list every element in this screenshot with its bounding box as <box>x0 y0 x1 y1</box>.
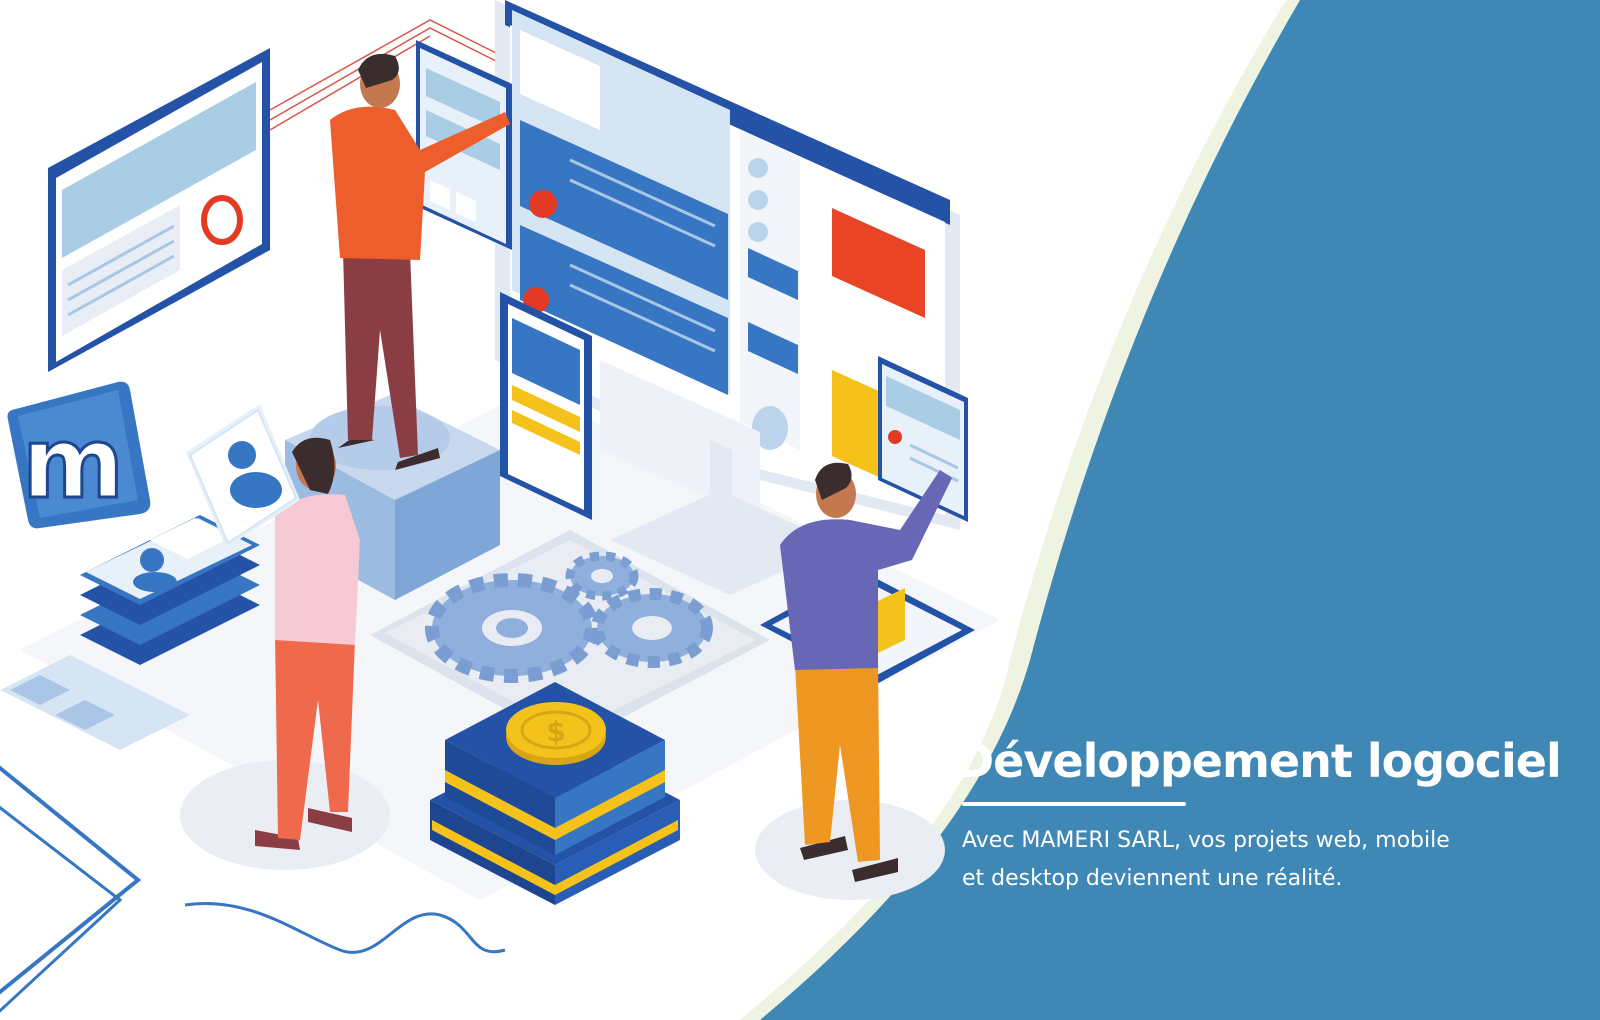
floor-shadow-man <box>755 800 945 900</box>
browser-window-left <box>48 48 270 372</box>
man-purple-shirt <box>780 462 952 882</box>
subtitle-line-2: et desktop deviennent une réalité. <box>962 866 1343 891</box>
headline-title: Développement logociel <box>956 734 1562 788</box>
decorative-wave <box>184 902 506 954</box>
title-underline <box>962 802 1186 806</box>
company-logo: m <box>7 381 151 529</box>
logo-letter: m <box>22 407 124 521</box>
svg-text:$: $ <box>546 715 565 748</box>
headline-subtitle: Avec MAMERI SARL, vos projets web, mobil… <box>962 822 1582 898</box>
subtitle-line-1: Avec MAMERI SARL, vos projets web, mobil… <box>962 828 1450 853</box>
software-development-banner: $ m Développement logociel Avec MAMERI S… <box>0 0 1600 1020</box>
decorative-line-left <box>0 765 142 995</box>
